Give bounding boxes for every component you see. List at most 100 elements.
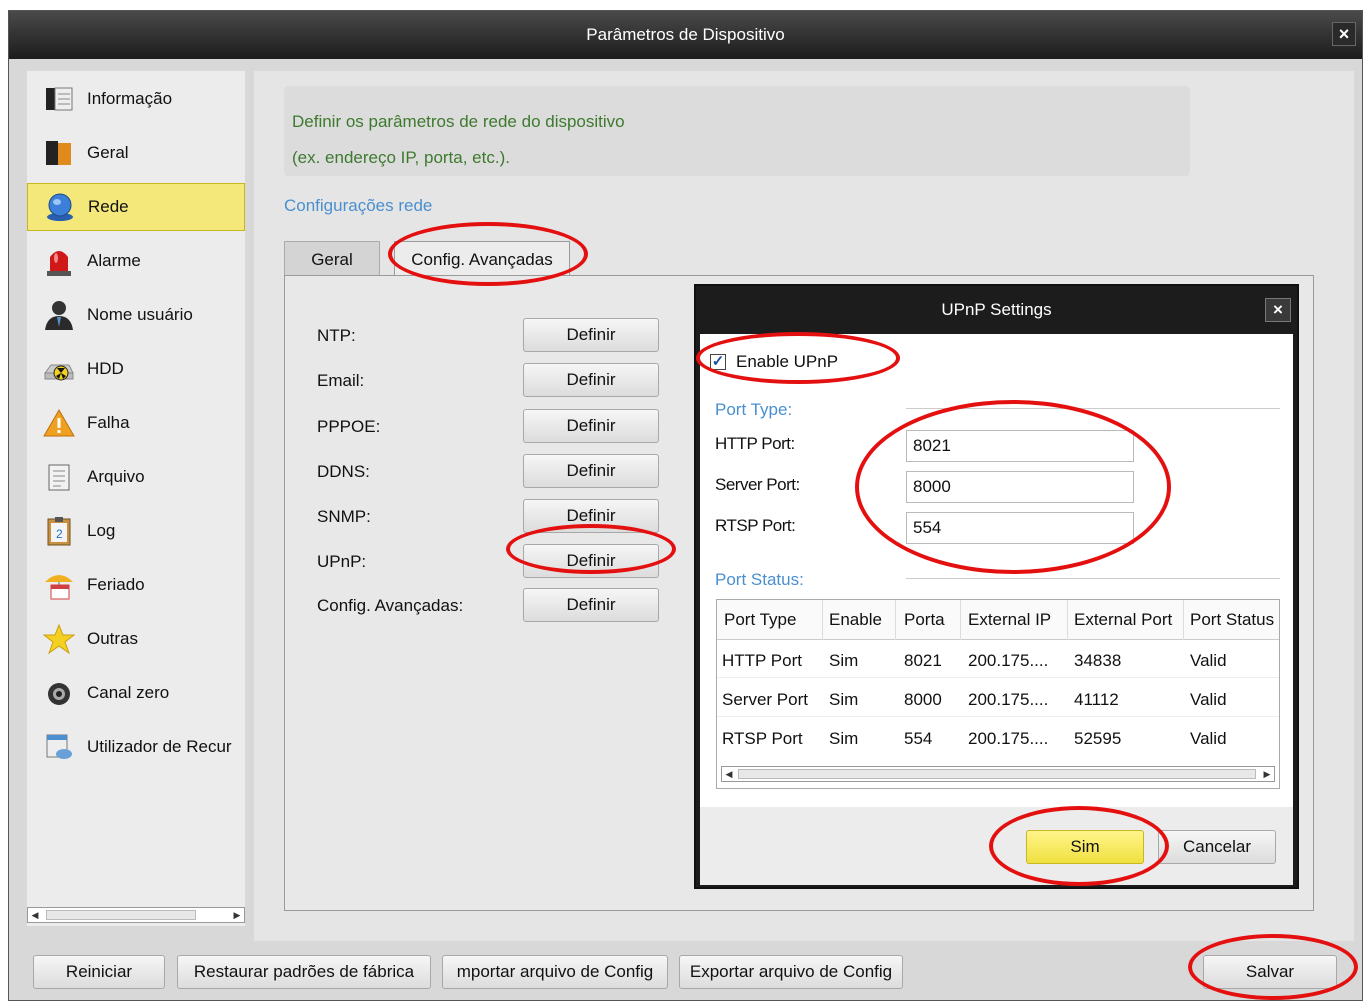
column-header[interactable]: Port Type (724, 610, 820, 630)
sidebar-item-rede[interactable]: Rede (27, 183, 245, 231)
sidebar-item-hdd[interactable]: HDD (27, 345, 245, 393)
banner-line-1: Definir os parâmetros de rede do disposi… (292, 112, 625, 131)
scroll-left-arrow-icon[interactable]: ◀ (722, 767, 736, 781)
sidebar-item-label: Informação (87, 89, 173, 108)
export-config-button[interactable]: Exportar arquivo de Config (679, 955, 903, 989)
sidebar-item-alarme[interactable]: Alarme (27, 237, 245, 285)
advanced-config-label: Config. Avançadas: (317, 596, 464, 615)
window-close-button[interactable]: × (1332, 22, 1356, 46)
sidebar-item-outras[interactable]: Outras (27, 615, 245, 663)
rtsp-port-input[interactable]: 554 (906, 512, 1134, 544)
cell-enable: Sim (829, 729, 859, 748)
alarm-siren-icon (41, 245, 77, 277)
enable-upnp-checkbox[interactable]: ✓ Enable UPnP (710, 352, 838, 372)
tab-config-avancadas[interactable]: Config. Avançadas (394, 241, 570, 277)
column-header[interactable]: Port Status (1190, 610, 1279, 630)
cell-external-port: 34838 (1074, 651, 1122, 670)
cell-port-type: HTTP Port (722, 651, 802, 670)
restore-defaults-button[interactable]: Restaurar padrões de fábrica (177, 955, 431, 989)
sidebar-item-label: Rede (88, 197, 129, 216)
sidebar-item-feriado[interactable]: Feriado (27, 561, 245, 609)
ntp-define-button[interactable]: Definir (523, 318, 659, 352)
upnp-define-button[interactable]: Definir (523, 544, 659, 578)
server-port-input[interactable]: 8000 (906, 471, 1134, 503)
section-title: Configurações rede (284, 196, 433, 215)
pppoe-define-button[interactable]: Definir (523, 409, 659, 443)
star-icon (41, 623, 77, 655)
cell-port-type: Server Port (722, 690, 808, 709)
ok-button[interactable]: Sim (1026, 830, 1144, 864)
port-status-label: Port Status: (715, 570, 804, 589)
window-titlebar: Parâmetros de Dispositivo × (9, 11, 1362, 59)
enable-upnp-label: Enable UPnP (736, 352, 839, 371)
advanced-config-define-button[interactable]: Definir (523, 588, 659, 622)
server-port-label: Server Port: (715, 475, 800, 494)
sidebar-item-label: Log (87, 521, 116, 540)
dialog-body: ✓ Enable UPnP Port Type: HTTP Port: 8021… (700, 334, 1293, 807)
email-define-button[interactable]: Definir (523, 363, 659, 397)
reboot-button[interactable]: Reiniciar (33, 955, 165, 989)
sidebar-item-arquivo[interactable]: Arquivo (27, 453, 245, 501)
http-port-input[interactable]: 8021 (906, 430, 1134, 462)
dialog-footer: Sim Cancelar (700, 807, 1293, 885)
column-header[interactable]: External Port (1074, 610, 1182, 630)
row-divider (717, 716, 1279, 717)
camera-icon (41, 677, 77, 709)
resource-icon (41, 731, 77, 763)
ntp-label: NTP: (317, 326, 356, 345)
sidebar: Informação Geral Rede Alarme Nome usuári… (27, 71, 245, 926)
ddns-label: DDNS: (317, 462, 370, 481)
table-horizontal-scrollbar[interactable]: ◀ ▶ (721, 766, 1275, 782)
window-title: Parâmetros de Dispositivo (586, 25, 785, 44)
sidebar-item-label: Falha (87, 413, 130, 432)
banner-line-2: (ex. endereço IP, porta, etc.). (292, 148, 510, 167)
port-status-divider (906, 578, 1280, 579)
scroll-thumb[interactable] (46, 910, 196, 920)
sidebar-item-label: HDD (87, 359, 124, 378)
cell-external-ip: 200.175.... (968, 690, 1049, 709)
cell-port-status: Valid (1190, 651, 1227, 670)
sidebar-item-label: Feriado (87, 575, 145, 594)
svg-text:2: 2 (56, 527, 63, 541)
dialog-close-button[interactable]: × (1265, 298, 1291, 322)
cell-porta: 8021 (904, 651, 942, 670)
sidebar-item-geral[interactable]: Geral (27, 129, 245, 177)
sidebar-horizontal-scrollbar[interactable]: ◀ ▶ (27, 907, 245, 923)
cell-external-ip: 200.175.... (968, 729, 1049, 748)
scroll-thumb[interactable] (738, 769, 1256, 779)
ddns-define-button[interactable]: Definir (523, 454, 659, 488)
column-header[interactable]: Porta (904, 610, 958, 630)
scroll-right-arrow-icon[interactable]: ▶ (230, 908, 244, 922)
user-icon (41, 299, 77, 331)
cell-enable: Sim (829, 651, 859, 670)
save-button[interactable]: Salvar (1203, 955, 1337, 989)
scroll-right-arrow-icon[interactable]: ▶ (1260, 767, 1274, 781)
sidebar-item-log[interactable]: 2 Log (27, 507, 245, 555)
sidebar-item-falha[interactable]: Falha (27, 399, 245, 447)
column-header[interactable]: Enable (829, 610, 893, 630)
http-port-label: HTTP Port: (715, 434, 795, 453)
scroll-left-arrow-icon[interactable]: ◀ (28, 908, 42, 922)
sidebar-item-canal-zero[interactable]: Canal zero (27, 669, 245, 717)
snmp-define-button[interactable]: Definir (523, 499, 659, 533)
info-book-icon (41, 83, 77, 115)
sidebar-item-label: Geral (87, 143, 129, 162)
cancel-button[interactable]: Cancelar (1158, 830, 1276, 864)
tab-geral[interactable]: Geral (284, 241, 380, 277)
sidebar-item-nome-usuario[interactable]: Nome usuário (27, 291, 245, 339)
sidebar-item-informacao[interactable]: Informação (27, 75, 245, 123)
sidebar-item-utilizador[interactable]: Utilizador de Recur (27, 723, 245, 771)
warning-triangle-icon (41, 407, 77, 439)
cell-external-port: 52595 (1074, 729, 1122, 748)
cell-port-type: RTSP Port (722, 729, 803, 748)
row-divider (717, 677, 1279, 678)
checkbox-check-icon[interactable]: ✓ (710, 354, 726, 370)
cell-enable: Sim (829, 690, 859, 709)
column-header[interactable]: External IP (968, 610, 1066, 630)
port-status-table: Port Type Enable Porta External IP Exter… (716, 599, 1280, 789)
dialog-title: UPnP Settings (941, 300, 1052, 319)
import-config-button[interactable]: mportar arquivo de Config (442, 955, 668, 989)
cell-port-status: Valid (1190, 690, 1227, 709)
rtsp-port-label: RTSP Port: (715, 516, 796, 535)
network-globe-icon (42, 191, 78, 223)
